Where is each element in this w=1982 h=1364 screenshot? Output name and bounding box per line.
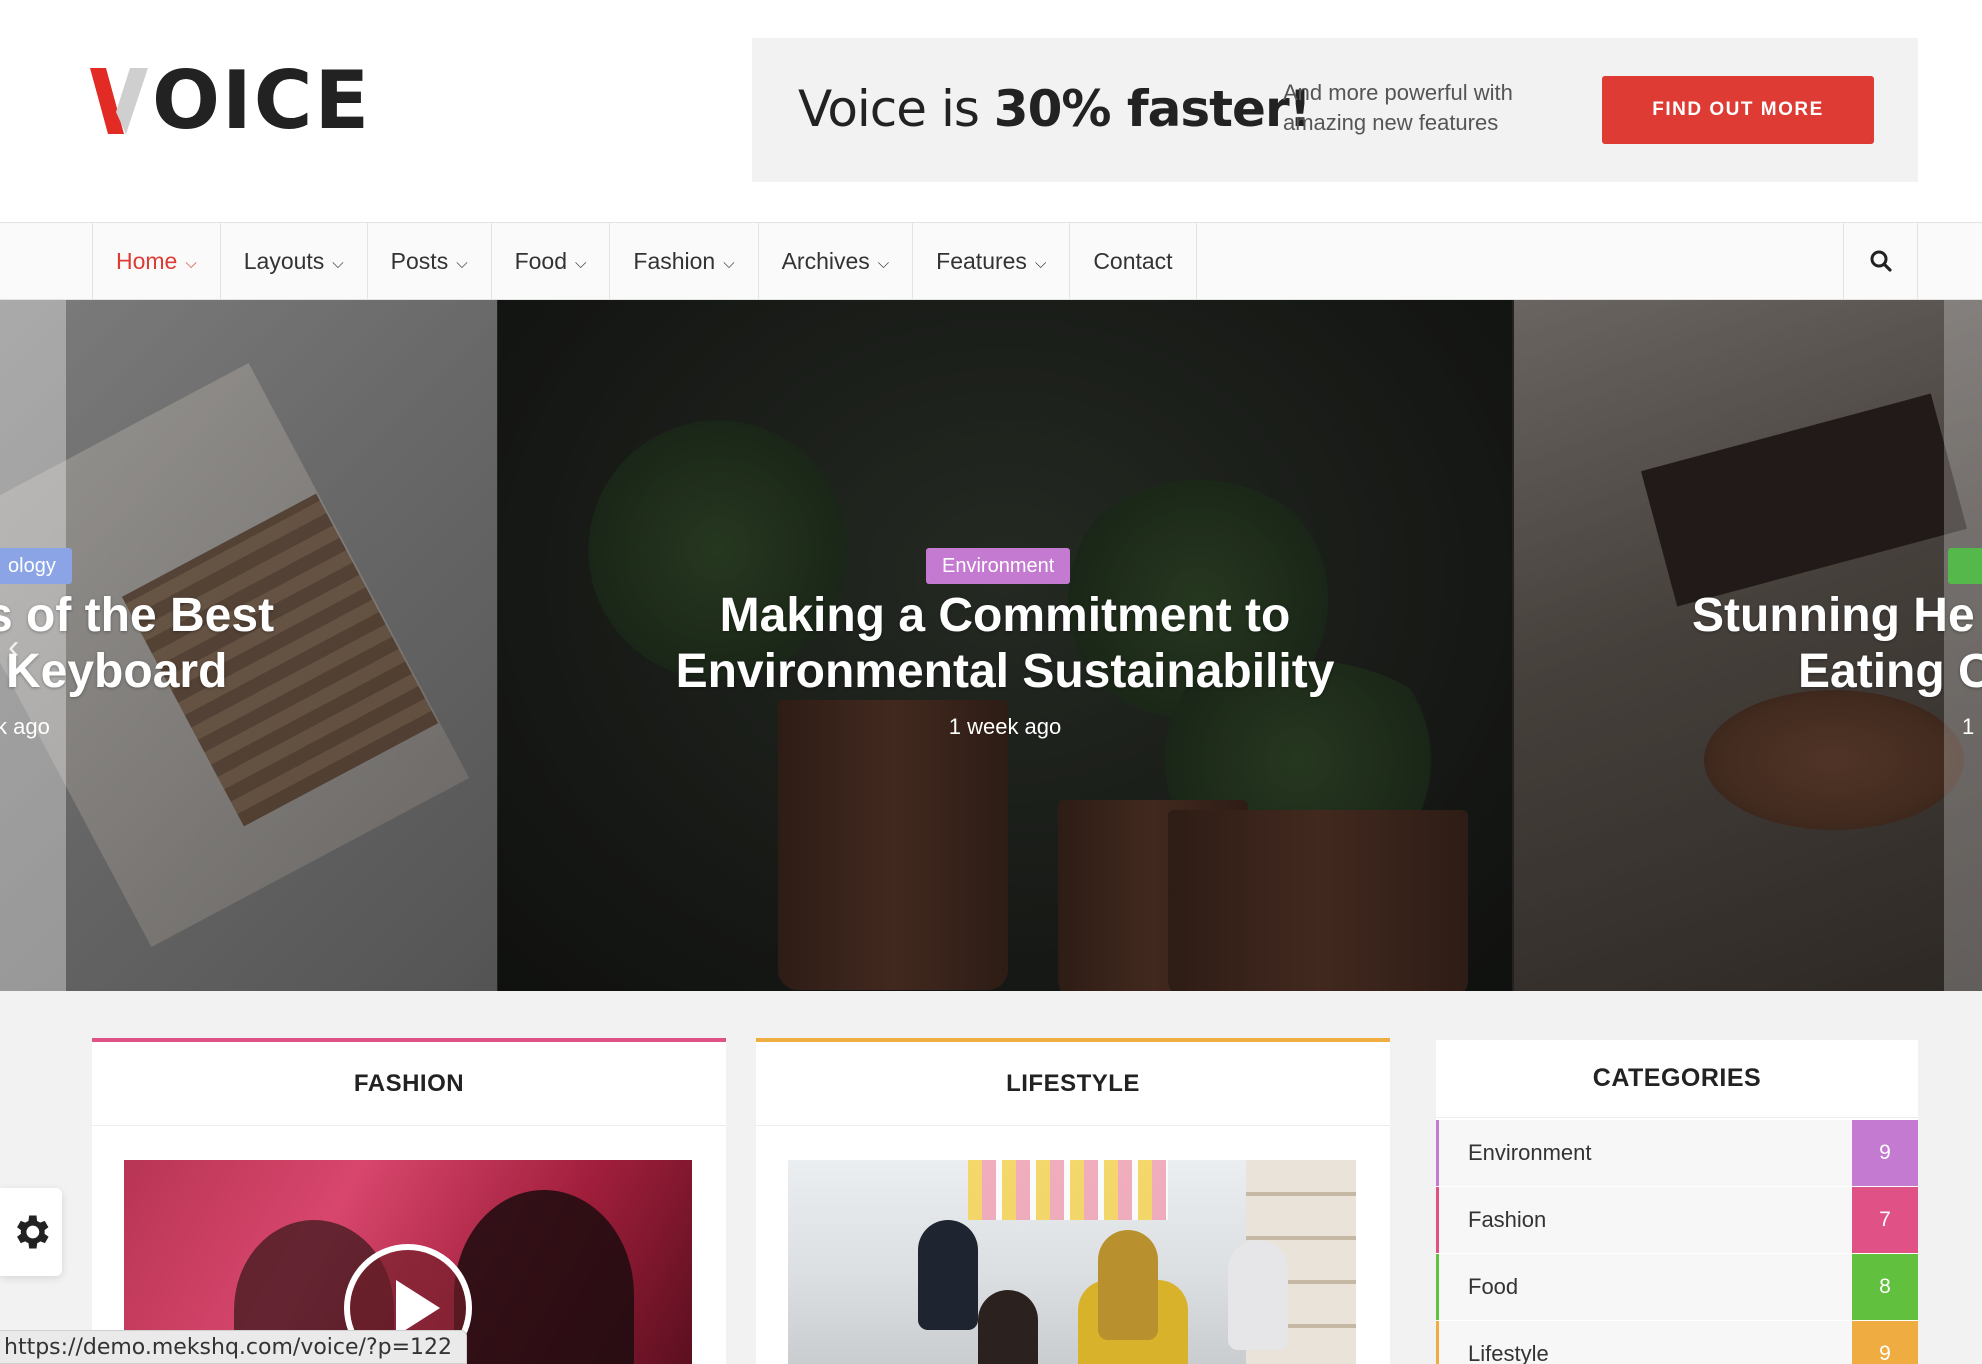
site-header: OICE Voice is 30% faster! And more power… xyxy=(0,0,1982,222)
slide-title[interactable]: Making a Commitment to Environmental Sust… xyxy=(498,588,1512,700)
slide-date: k ago xyxy=(0,714,50,739)
chevron-down-icon: ⌵ xyxy=(1034,254,1047,272)
slide-technology[interactable]: ology s of the Best Keyboard k ago ‹ xyxy=(0,300,497,991)
nav-item-posts[interactable]: Posts ⌵ xyxy=(368,223,492,299)
nav-item-features[interactable]: Features ⌵ xyxy=(913,223,1071,299)
widget-title: CATEGORIES xyxy=(1436,1040,1918,1118)
nav-item-archives[interactable]: Archives ⌵ xyxy=(759,223,914,299)
category-name: Lifestyle xyxy=(1468,1341,1549,1364)
gear-icon xyxy=(17,1215,49,1249)
lifestyle-widget: LIFESTYLE xyxy=(756,1038,1390,1364)
nav-item-label: Posts xyxy=(390,247,449,274)
slide-food[interactable]: Stunning He Eating C 1 xyxy=(1514,300,1982,991)
category-count: 7 xyxy=(1852,1187,1918,1253)
nav-item-label: Layouts xyxy=(243,247,325,274)
category-item-environment[interactable]: Environment 9 xyxy=(1436,1120,1918,1186)
category-color-bar xyxy=(1436,1120,1439,1186)
slide-title-line: Keyboard xyxy=(6,645,228,698)
thumbnail-person xyxy=(918,1220,978,1330)
ad-headline-bold: 30% faster! xyxy=(993,80,1312,138)
sticky-notes-board xyxy=(968,1160,1168,1220)
ad-subtext: And more powerful with amazing new featu… xyxy=(1283,80,1513,135)
slide-environment[interactable]: Environment Making a Commitment to Enviro… xyxy=(498,300,1512,991)
slide-title-line: s of the Best xyxy=(0,589,275,642)
thumbnail-person xyxy=(1098,1230,1158,1340)
widget-title: LIFESTYLE xyxy=(756,1042,1390,1126)
nav-item-layouts[interactable]: Layouts ⌵ xyxy=(221,223,368,299)
category-name: Food xyxy=(1468,1274,1519,1299)
thumbnail-person xyxy=(1228,1240,1288,1350)
category-count: 9 xyxy=(1852,1120,1918,1186)
slide-title-line: Stunning He xyxy=(1692,589,1975,642)
lifestyle-post-thumbnail[interactable] xyxy=(788,1160,1356,1364)
thumbnail-figure xyxy=(454,1190,634,1364)
slide-title[interactable]: s of the Best Keyboard xyxy=(0,588,274,700)
category-item-lifestyle[interactable]: Lifestyle 9 xyxy=(1436,1321,1918,1364)
slide-category-badge[interactable]: Environment xyxy=(926,548,1071,584)
nav-item-label: Home xyxy=(116,247,178,274)
ad-headline-pre: Voice is xyxy=(798,80,994,138)
nav-item-contact[interactable]: Contact xyxy=(1070,223,1197,299)
category-count: 8 xyxy=(1852,1254,1918,1320)
nav-item-home[interactable]: Home ⌵ xyxy=(93,223,221,299)
nav-item-label: Fashion xyxy=(633,247,716,274)
slide-title-line: Environmental Sustainability xyxy=(675,645,1335,698)
slide-date: 1 week ago xyxy=(948,714,1062,739)
ad-headline: Voice is 30% faster! xyxy=(798,80,1312,138)
settings-toggle-button[interactable] xyxy=(0,1188,62,1276)
site-logo[interactable]: OICE xyxy=(90,54,372,147)
slide-title-line: Eating C xyxy=(1798,645,1982,698)
find-out-more-button[interactable]: FIND OUT MORE xyxy=(1602,76,1874,144)
category-name: Fashion xyxy=(1468,1207,1547,1232)
categories-widget: CATEGORIES Environment 9 Fashion 7 Food … xyxy=(1436,1040,1918,1364)
nav-item-label: Food xyxy=(514,247,568,274)
nav-item-food[interactable]: Food ⌵ xyxy=(492,223,611,299)
thumbnail-person xyxy=(978,1290,1038,1364)
category-count: 9 xyxy=(1852,1321,1918,1364)
slide-title[interactable]: Stunning He Eating C xyxy=(1692,588,1982,700)
browser-status-url: https://demo.mekshq.com/voice/?p=122 xyxy=(0,1330,468,1364)
nav-item-label: Archives xyxy=(781,247,870,274)
category-name: Environment xyxy=(1468,1140,1592,1165)
slide-category-badge[interactable] xyxy=(1948,548,1982,584)
slide-title-line: Making a Commitment to xyxy=(719,589,1291,642)
category-color-bar xyxy=(1436,1187,1439,1253)
slider-prev-arrow-icon[interactable]: ‹ xyxy=(8,628,19,667)
chevron-down-icon: ⌵ xyxy=(877,254,890,272)
widget-title: FASHION xyxy=(92,1042,726,1126)
chevron-down-icon: ⌵ xyxy=(332,254,344,272)
category-color-bar xyxy=(1436,1254,1439,1320)
category-item-food[interactable]: Food 8 xyxy=(1436,1254,1918,1320)
search-icon xyxy=(1870,250,1892,272)
category-item-fashion[interactable]: Fashion 7 xyxy=(1436,1187,1918,1253)
chevron-down-icon: ⌵ xyxy=(185,254,197,272)
search-button[interactable] xyxy=(1843,223,1917,299)
featured-slider[interactable]: ology s of the Best Keyboard k ago ‹ Envi… xyxy=(0,300,1982,991)
category-color-bar xyxy=(1436,1321,1439,1364)
nav-menu: Home ⌵ Layouts ⌵ Posts ⌵ Food ⌵ Fashion ⌵ Arc… xyxy=(92,223,1918,299)
ad-banner[interactable]: Voice is 30% faster! And more powerful w… xyxy=(752,38,1918,182)
chevron-down-icon: ⌵ xyxy=(723,254,735,272)
nav-item-fashion[interactable]: Fashion ⌵ xyxy=(610,223,759,299)
logo-text: OICE xyxy=(152,54,372,147)
slide-date: 1 xyxy=(1962,714,1975,739)
nav-item-label: Features xyxy=(936,247,1027,274)
nav-item-label: Contact xyxy=(1093,247,1173,274)
chevron-down-icon: ⌵ xyxy=(575,254,587,272)
slide-category-badge[interactable]: ology xyxy=(0,548,72,584)
chevron-down-icon: ⌵ xyxy=(456,254,468,272)
logo-v-mark xyxy=(90,68,148,134)
fashion-widget: FASHION xyxy=(92,1038,726,1364)
main-navigation: Home ⌵ Layouts ⌵ Posts ⌵ Food ⌵ Fashion ⌵ Arc… xyxy=(0,222,1982,300)
